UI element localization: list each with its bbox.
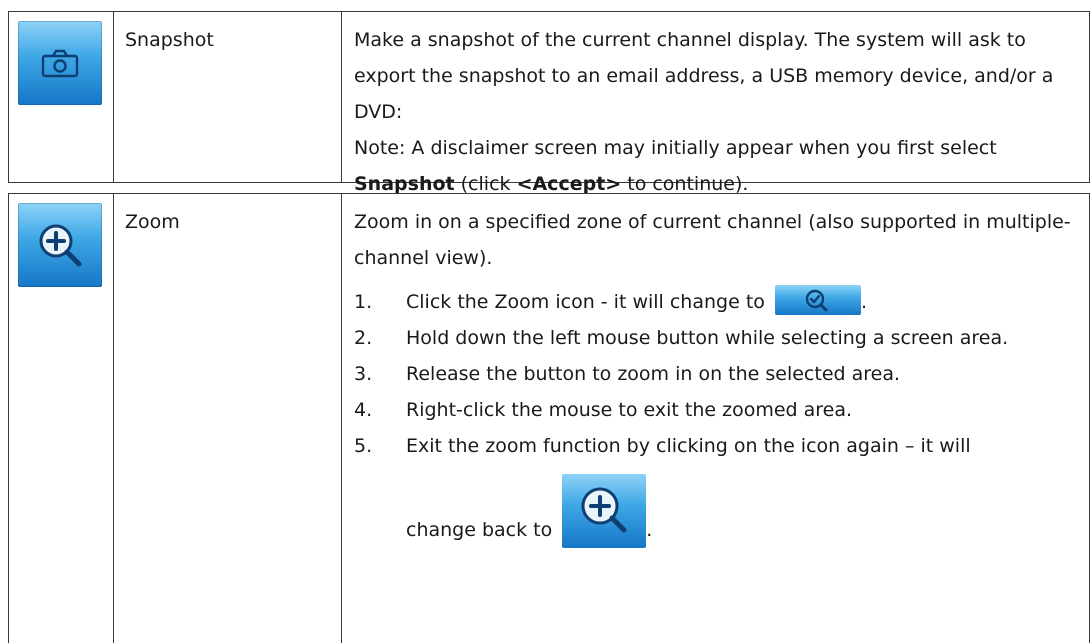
icon-cell [9, 194, 114, 643]
description-cell: Zoom in on a specified zone of current c… [342, 194, 1089, 643]
bold-accept: <Accept> [516, 173, 622, 195]
list-item: 1. Click the Zoom icon - it will change t… [354, 284, 1081, 320]
description-cell: Make a snapshot of the current channel d… [342, 12, 1089, 195]
list-item: 5. Exit the zoom function by clicking on … [354, 428, 1081, 548]
note-text: Note: A disclaimer screen may initially … [354, 137, 997, 195]
table-row-zoom: Zoom Zoom in on a specified zone of curr… [8, 193, 1090, 643]
feature-name: Snapshot [125, 29, 214, 51]
zoom-in-icon [562, 474, 647, 548]
steps-list: 1. Click the Zoom icon - it will change t… [354, 284, 1081, 548]
list-item: 2. Hold down the left mouse button while … [354, 327, 1009, 349]
feature-description: Zoom in on a specified zone of current c… [354, 204, 1081, 548]
list-item: 4. Right-click the mouse to exit the zoom… [354, 399, 853, 421]
camera-icon [18, 21, 102, 105]
description-text: Make a snapshot of the current channel d… [354, 29, 1054, 123]
name-cell: Zoom [113, 194, 342, 643]
zoom-active-icon [774, 284, 861, 315]
name-cell: Snapshot [113, 12, 342, 182]
intro-text: Zoom in on a specified zone of current c… [354, 211, 1071, 269]
feature-description: Make a snapshot of the current channel d… [354, 22, 1081, 202]
zoom-in-icon [18, 203, 102, 287]
list-item: 3. Release the button to zoom in on the s… [354, 363, 901, 385]
bold-snapshot: Snapshot [354, 173, 455, 195]
icon-cell [9, 12, 114, 182]
table-row-snapshot: Snapshot Make a snapshot of the current … [8, 11, 1090, 195]
feature-name: Zoom [125, 211, 180, 233]
